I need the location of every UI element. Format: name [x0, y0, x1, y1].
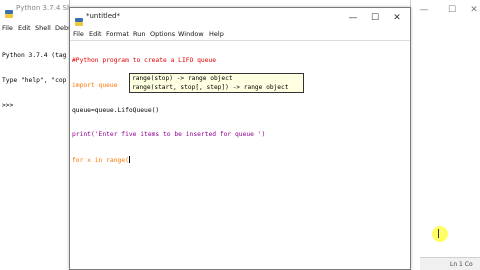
- code-line-for-text: for x in range(: [72, 156, 129, 164]
- menu-options[interactable]: Options: [150, 30, 175, 38]
- close-icon[interactable]: ✕: [467, 3, 480, 17]
- editor-titlebar[interactable]: *untitled* — ☐ ✕: [70, 8, 410, 28]
- minimize-icon[interactable]: —: [346, 11, 360, 25]
- menu-help[interactable]: Help: [209, 30, 224, 38]
- status-bar: Ln 1 Co: [420, 257, 480, 270]
- code-line-print: print('Enter five items to be inserted f…: [72, 131, 266, 139]
- shell-menu-shell[interactable]: Shell: [35, 24, 51, 32]
- python-icon: [74, 12, 84, 26]
- status-position: Ln 1 Co: [450, 261, 473, 268]
- background-titlebar[interactable]: — ☐ ✕: [411, 0, 480, 20]
- calltip-popup: range(stop) -> range object range(start,…: [129, 73, 304, 93]
- shell-line: Type "help", "cop: [2, 77, 67, 85]
- python-icon: [4, 4, 14, 18]
- mouse-pointer-icon: [438, 229, 439, 238]
- code-line-for: for x in range(: [72, 155, 265, 165]
- shell-menu-debug[interactable]: Debu: [55, 24, 69, 32]
- shell-menubar: File Edit Shell Debu: [0, 22, 69, 34]
- minimize-icon[interactable]: —: [417, 3, 431, 17]
- code-line-comment: #Python program to create a LIFO queue: [72, 57, 217, 65]
- calltip-line-2: range(start, stop[, step]) -> range obje…: [132, 84, 289, 91]
- code-line-assign: queue=queue.LifoQueue(): [72, 106, 160, 114]
- shell-line: Python 3.7.4 (tag: [2, 52, 67, 60]
- mouse-highlight: [432, 226, 448, 242]
- code-lines: #Python program to create a LIFO queue i…: [72, 41, 265, 181]
- shell-titlebar[interactable]: Python 3.7.4 Shell: [0, 0, 69, 20]
- maximize-icon[interactable]: ☐: [445, 3, 459, 17]
- calltip-line-1: range(stop) -> range object: [132, 75, 233, 82]
- shell-title: Python 3.7.4 Shell: [16, 4, 69, 12]
- menu-edit[interactable]: Edit: [89, 30, 102, 38]
- shell-menu-edit[interactable]: Edit: [18, 24, 31, 32]
- maximize-icon[interactable]: ☐: [368, 11, 382, 25]
- text-cursor: [128, 155, 130, 163]
- editor-title: *untitled*: [86, 12, 121, 20]
- editor-window: *untitled* — ☐ ✕ File Edit Format Run Op…: [69, 7, 411, 270]
- editor-menubar: File Edit Format Run Options Window Help: [70, 28, 410, 40]
- menu-run[interactable]: Run: [133, 30, 145, 38]
- shell-menu-file[interactable]: File: [2, 24, 13, 32]
- menu-file[interactable]: File: [73, 30, 84, 38]
- shell-window: Python 3.7.4 Shell File Edit Shell Debu …: [0, 0, 70, 270]
- menu-window[interactable]: Window: [178, 30, 204, 38]
- close-icon[interactable]: ✕: [390, 11, 404, 25]
- shell-output[interactable]: Python 3.7.4 (tag Type "help", "cop >>>: [2, 36, 66, 126]
- shell-prompt: >>>: [2, 101, 14, 109]
- menu-format[interactable]: Format: [106, 30, 129, 38]
